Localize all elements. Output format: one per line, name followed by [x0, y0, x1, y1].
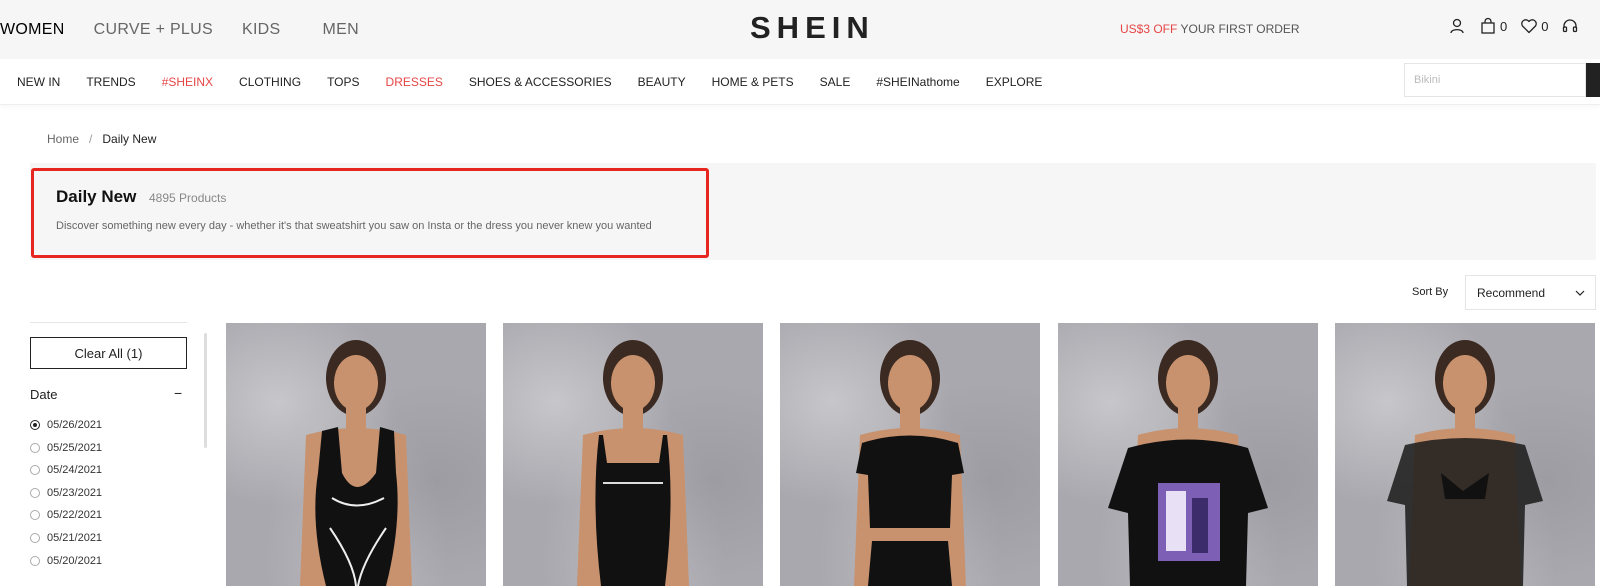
- sort-value: Recommend: [1477, 286, 1546, 300]
- date-option[interactable]: 05/26/2021: [30, 419, 102, 431]
- product-count: 4895 Products: [149, 191, 227, 205]
- radio-button[interactable]: [30, 420, 40, 430]
- date-option-label: 05/24/2021: [47, 464, 103, 477]
- sort-label: Sort By: [1412, 286, 1449, 298]
- clear-all-button[interactable]: Clear All (1): [30, 337, 187, 369]
- nav-item-clothing[interactable]: CLOTHING: [239, 75, 301, 89]
- nav-item-beauty[interactable]: BEAUTY: [638, 75, 686, 89]
- nav-item-dresses[interactable]: DRESSES: [386, 75, 443, 89]
- date-option[interactable]: 05/22/2021: [30, 509, 102, 521]
- top-bar: WOMEN CURVE + PLUS KIDS MEN SHEIN US$3 O…: [0, 0, 1600, 59]
- radio-button[interactable]: [30, 442, 40, 453]
- product-card[interactable]: [226, 323, 486, 586]
- product-image: [577, 340, 689, 586]
- date-option-label: 05/25/2021: [47, 441, 103, 454]
- date-option[interactable]: 05/21/2021: [30, 532, 102, 544]
- radio-button[interactable]: [30, 465, 40, 476]
- radio-button[interactable]: [30, 487, 40, 498]
- tab-men[interactable]: MEN: [323, 21, 359, 39]
- wishlist-button[interactable]: 0: [1520, 17, 1548, 35]
- promo-banner[interactable]: US$3 OFF YOUR FIRST ORDER: [1120, 22, 1300, 36]
- radio-button[interactable]: [30, 510, 40, 521]
- date-option[interactable]: 05/24/2021: [30, 464, 102, 476]
- collapse-icon[interactable]: −: [174, 385, 182, 401]
- date-option-label: 05/21/2021: [47, 532, 103, 544]
- date-option-label: 05/26/2021: [47, 419, 103, 431]
- date-option-label: 05/20/2021: [47, 554, 103, 567]
- nav-items: NEW IN TRENDS #SHEINX CLOTHING TOPS DRESSES SH…: [17, 75, 1068, 89]
- tab-curve-plus[interactable]: CURVE + PLUS: [94, 21, 213, 39]
- highlight-box: [31, 168, 709, 258]
- date-option-label: 05/22/2021: [47, 509, 103, 522]
- search-button[interactable]: [1586, 63, 1600, 97]
- tab-kids[interactable]: KIDS: [242, 21, 281, 39]
- date-option-label: 05/23/2021: [47, 486, 103, 499]
- tab-women[interactable]: WOMEN: [0, 21, 65, 39]
- nav-item-shoes-accessories[interactable]: SHOES & ACCESSORIES: [469, 75, 612, 89]
- nav-item-sale[interactable]: SALE: [820, 75, 851, 89]
- bag-count: 0: [1500, 18, 1508, 34]
- filter-scrollbar[interactable]: [204, 333, 207, 448]
- breadcrumb: Home / Daily New: [47, 132, 156, 146]
- product-card[interactable]: [1058, 323, 1318, 586]
- category-description: Discover something new every day - wheth…: [56, 220, 652, 232]
- nav-item-sheinathome[interactable]: #SHEINathome: [876, 75, 959, 89]
- radio-button[interactable]: [30, 555, 40, 566]
- product-card[interactable]: [780, 323, 1040, 586]
- bag-icon: [1481, 17, 1495, 34]
- search-box: [1404, 63, 1586, 97]
- header-icons: 0 0: [1448, 17, 1592, 35]
- promo-text: YOUR FIRST ORDER: [1177, 22, 1300, 36]
- bag-button[interactable]: 0: [1479, 17, 1507, 35]
- product-card[interactable]: [1335, 323, 1595, 586]
- nav-item-home-pets[interactable]: HOME & PETS: [712, 75, 794, 89]
- nav-item-sheinx[interactable]: #SHEINX: [162, 75, 213, 89]
- heart-icon: [1521, 19, 1538, 34]
- product-card[interactable]: [503, 323, 763, 586]
- page-title: Daily New: [56, 187, 137, 206]
- nav-item-tops[interactable]: TOPS: [327, 75, 359, 89]
- wishlist-count: 0: [1541, 18, 1549, 34]
- date-option[interactable]: 05/20/2021: [30, 555, 102, 567]
- radio-button[interactable]: [30, 533, 40, 543]
- product-image: [300, 340, 412, 586]
- main-nav: NEW IN TRENDS #SHEINX CLOTHING TOPS DRESSES SH…: [0, 59, 1600, 105]
- date-option[interactable]: 05/25/2021: [30, 442, 102, 454]
- promo-highlight: US$3 OFF: [1120, 22, 1178, 36]
- nav-item-explore[interactable]: EXPLORE: [986, 75, 1043, 89]
- breadcrumb-separator: /: [89, 132, 93, 146]
- search-input[interactable]: [1405, 64, 1585, 96]
- breadcrumb-current: Daily New: [102, 132, 157, 146]
- nav-item-new-in[interactable]: NEW IN: [17, 75, 60, 89]
- breadcrumb-home[interactable]: Home: [47, 132, 79, 146]
- shein-logo[interactable]: SHEIN: [750, 10, 875, 46]
- sort-dropdown[interactable]: Recommend: [1465, 275, 1596, 310]
- product-image: [854, 340, 966, 586]
- date-option[interactable]: 05/23/2021: [30, 487, 102, 499]
- filter-divider: [30, 322, 187, 323]
- product-image: [1108, 340, 1268, 586]
- product-image: [1387, 340, 1543, 586]
- date-filter-title[interactable]: Date: [30, 387, 57, 402]
- support-icon[interactable]: [1561, 17, 1579, 35]
- chevron-down-icon: [1575, 290, 1585, 296]
- nav-item-trends[interactable]: TRENDS: [86, 75, 135, 89]
- category-tabs: WOMEN CURVE + PLUS KIDS MEN: [0, 0, 388, 59]
- account-icon[interactable]: [1448, 17, 1466, 35]
